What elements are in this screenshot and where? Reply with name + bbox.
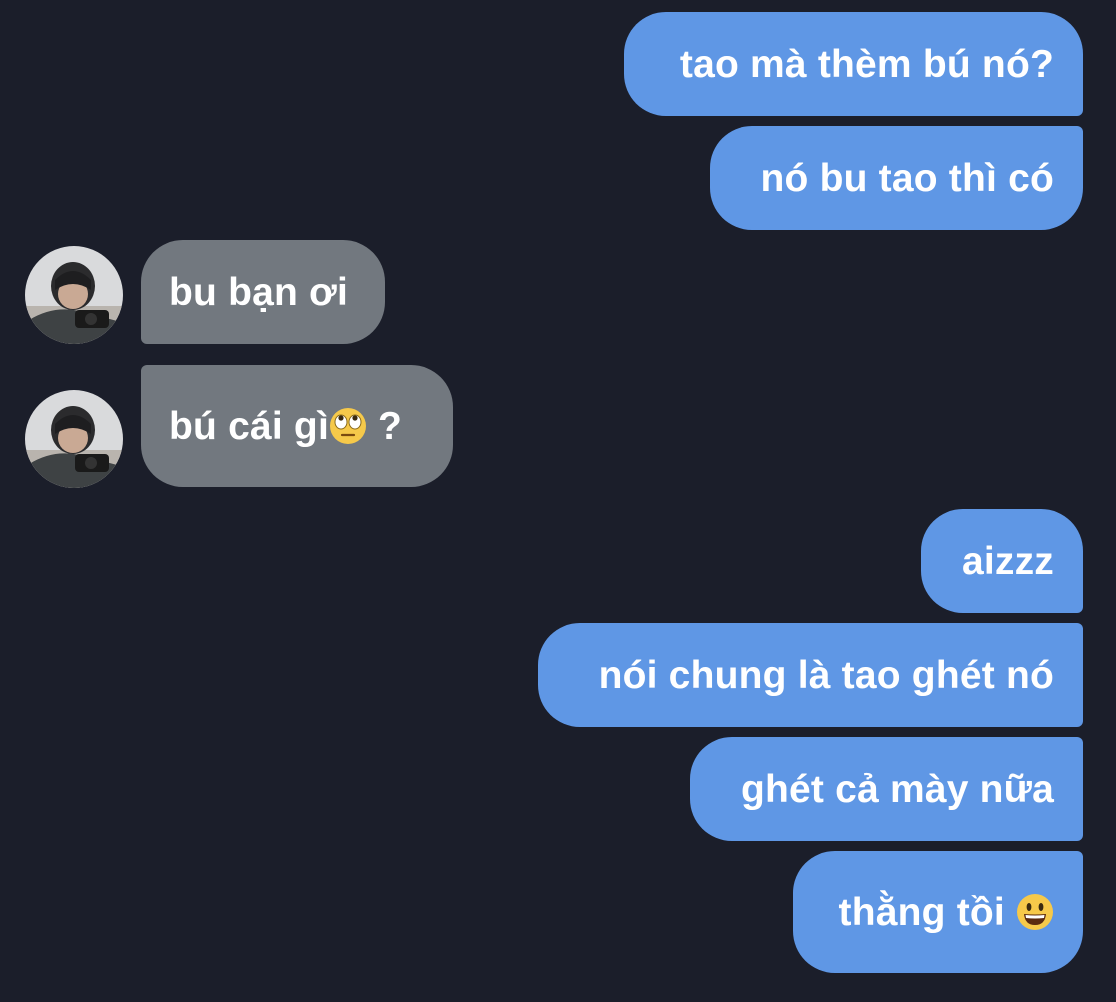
outgoing-message-bubble[interactable]: tao mà thèm bú nó? bbox=[624, 12, 1083, 116]
message-text: bu bạn ơi bbox=[169, 270, 349, 314]
grinning-face-emoji-icon bbox=[1016, 893, 1054, 931]
outgoing-message-bubble[interactable]: ghét cả mày nữa bbox=[690, 737, 1083, 841]
message-text: thằng tồi bbox=[838, 890, 1016, 934]
outgoing-message-bubble[interactable]: nó bu tao thì có bbox=[710, 126, 1083, 230]
outgoing-message-bubble[interactable]: aizzz bbox=[921, 509, 1083, 613]
contact-avatar[interactable] bbox=[25, 246, 123, 344]
message-text: tao mà thèm bú nó? bbox=[679, 42, 1054, 86]
eye-roll-emoji-icon bbox=[329, 407, 367, 445]
message-text: aizzz bbox=[961, 539, 1054, 583]
message-text: nó bu tao thì có bbox=[760, 156, 1054, 200]
outgoing-message-bubble[interactable]: nói chung là tao ghét nó bbox=[538, 623, 1083, 727]
message-text: nói chung là tao ghét nó bbox=[598, 653, 1054, 697]
contact-avatar[interactable] bbox=[25, 390, 123, 488]
message-text: ghét cả mày nữa bbox=[740, 767, 1054, 811]
message-text: bú cái gì bbox=[169, 404, 329, 448]
incoming-message-bubble[interactable]: bu bạn ơi bbox=[141, 240, 385, 344]
message-text: ? bbox=[367, 404, 403, 448]
outgoing-message-bubble[interactable]: thằng tồi bbox=[793, 851, 1083, 973]
incoming-message-bubble[interactable]: bú cái gì ? bbox=[141, 365, 453, 487]
